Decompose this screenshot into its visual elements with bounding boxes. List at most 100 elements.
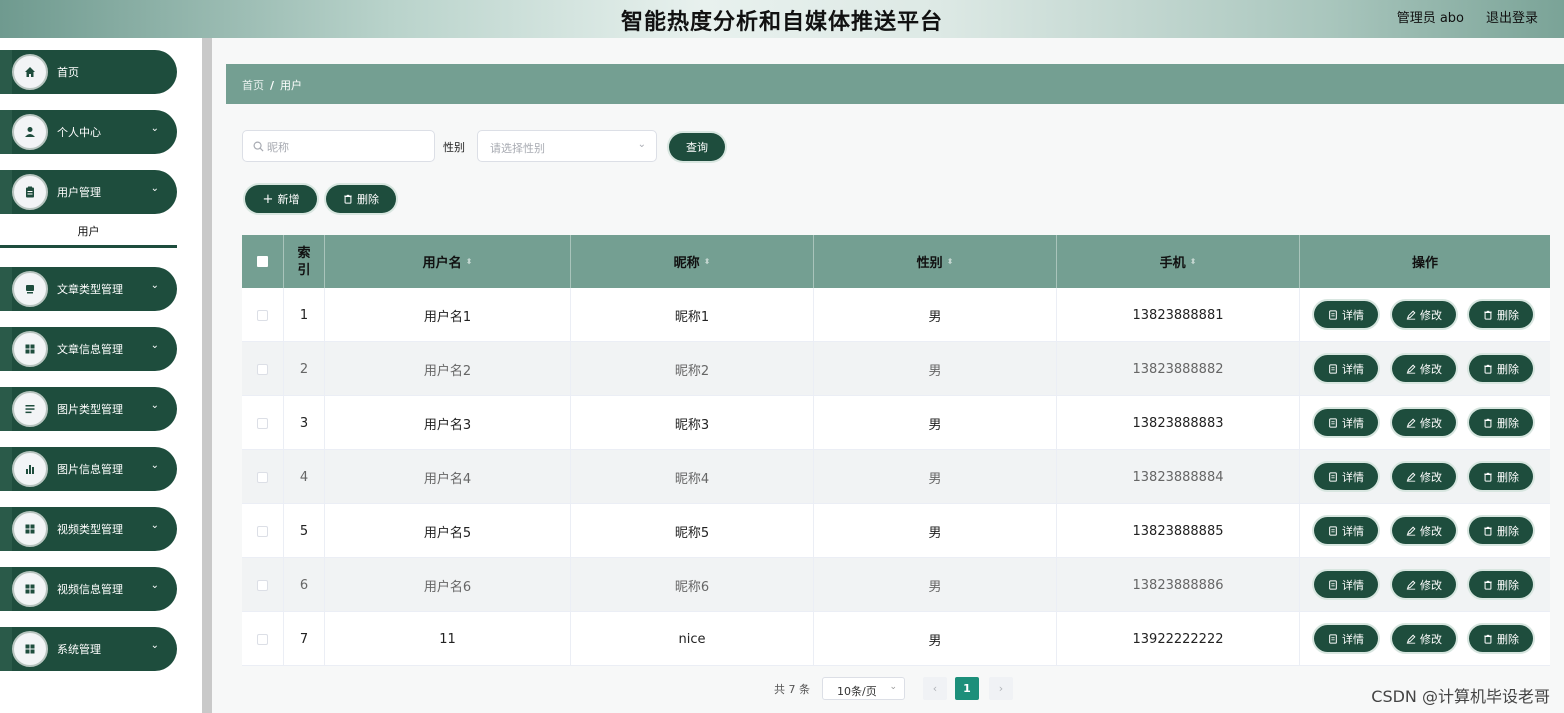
- index-cell: 3: [284, 396, 325, 450]
- page-size-select[interactable]: 10条/页 ⌄: [822, 677, 905, 700]
- detail-button[interactable]: 详情: [1314, 355, 1378, 382]
- table-header: 索引 用户名 ⬍ 昵称 ⬍ 性别 ⬍ 手机 ⬍ 操作: [242, 235, 1550, 288]
- delete-button[interactable]: 删除: [1469, 517, 1533, 544]
- username-cell: 11: [325, 612, 571, 666]
- delete-button-label: 删除: [1497, 632, 1519, 646]
- pencil-icon: [1406, 634, 1416, 644]
- column-header-phone[interactable]: 手机 ⬍: [1057, 235, 1300, 288]
- grid-icon: [12, 511, 48, 547]
- edit-button-label: 修改: [1420, 362, 1442, 376]
- sidebar-scrollbar[interactable]: [202, 38, 212, 713]
- next-page-button[interactable]: ›: [989, 677, 1013, 700]
- detail-button[interactable]: 详情: [1314, 625, 1378, 652]
- detail-button[interactable]: 详情: [1314, 301, 1378, 328]
- phone-cell: 13922222222: [1057, 612, 1300, 666]
- edit-button[interactable]: 修改: [1392, 517, 1456, 544]
- edit-button[interactable]: 修改: [1392, 409, 1456, 436]
- sidebar-item-video-info[interactable]: 视频信息管理 ⌄: [0, 567, 177, 611]
- detail-button[interactable]: 详情: [1314, 409, 1378, 436]
- row-checkbox[interactable]: [257, 309, 268, 321]
- delete-button[interactable]: 删除: [1469, 355, 1533, 382]
- watermark: CSDN @计算机毕设老哥: [1371, 687, 1550, 706]
- table-row: 2 用户名2 昵称2 男 13823888882 详情 修改 删除: [242, 342, 1550, 396]
- column-header-username[interactable]: 用户名 ⬍: [325, 235, 571, 288]
- delete-button[interactable]: 删除: [1469, 409, 1533, 436]
- nickname-search-field[interactable]: [242, 130, 435, 162]
- sidebar-item-video-types[interactable]: 视频类型管理 ⌄: [0, 507, 177, 551]
- query-button[interactable]: 查询: [669, 133, 725, 161]
- column-header-label: 手机: [1159, 256, 1186, 271]
- delete-button[interactable]: 删除: [1469, 571, 1533, 598]
- sidebar-subitem-users[interactable]: 用户: [0, 220, 177, 248]
- sidebar-item-article-types[interactable]: 文章类型管理 ⌄: [0, 267, 177, 311]
- chevron-down-icon: ⌄: [150, 280, 159, 291]
- column-header-nickname[interactable]: 昵称 ⬍: [571, 235, 814, 288]
- edit-button[interactable]: 修改: [1392, 571, 1456, 598]
- row-checkbox[interactable]: [257, 471, 268, 483]
- grid-icon: [12, 331, 48, 367]
- delete-button[interactable]: 删除: [1469, 463, 1533, 490]
- sidebar-item-user-management[interactable]: 用户管理 ⌄: [0, 170, 177, 214]
- breadcrumb-home[interactable]: 首页: [242, 79, 264, 92]
- detail-button-label: 详情: [1342, 470, 1364, 484]
- home-icon: [12, 54, 48, 90]
- detail-button[interactable]: 详情: [1314, 571, 1378, 598]
- row-select-cell: [242, 342, 284, 396]
- phone-cell: 13823888886: [1057, 558, 1300, 612]
- document-icon: [1329, 525, 1337, 536]
- row-checkbox[interactable]: [257, 525, 268, 537]
- prev-page-button[interactable]: ‹: [923, 677, 947, 700]
- page-1-button[interactable]: 1: [955, 677, 979, 700]
- edit-button-label: 修改: [1420, 578, 1442, 592]
- nickname-cell: 昵称4: [571, 450, 814, 504]
- gender-select[interactable]: 请选择性别 ⌄: [477, 130, 657, 162]
- grid-icon: [12, 571, 48, 607]
- row-checkbox[interactable]: [257, 363, 268, 375]
- nickname-cell: 昵称1: [571, 288, 814, 342]
- edit-button[interactable]: 修改: [1392, 355, 1456, 382]
- sidebar-item-article-info[interactable]: 文章信息管理 ⌄: [0, 327, 177, 371]
- row-checkbox[interactable]: [257, 417, 268, 429]
- detail-button[interactable]: 详情: [1314, 463, 1378, 490]
- edit-button[interactable]: 修改: [1392, 625, 1456, 652]
- edit-button[interactable]: 修改: [1392, 301, 1456, 328]
- gender-cell: 男: [814, 558, 1057, 612]
- nickname-input[interactable]: [267, 137, 427, 157]
- bulk-delete-button[interactable]: 删除: [326, 185, 396, 213]
- table-row: 5 用户名5 昵称5 男 13823888885 详情 修改 删除: [242, 504, 1550, 558]
- username-cell: 用户名1: [325, 288, 571, 342]
- delete-button[interactable]: 删除: [1469, 301, 1533, 328]
- row-select-cell: [242, 612, 284, 666]
- edit-button-label: 修改: [1420, 416, 1442, 430]
- gender-cell: 男: [814, 450, 1057, 504]
- sidebar-item-system[interactable]: 系统管理 ⌄: [0, 627, 177, 671]
- select-all-checkbox[interactable]: [257, 256, 268, 267]
- row-checkbox[interactable]: [257, 579, 268, 591]
- sidebar-item-label: 文章信息管理: [57, 343, 123, 356]
- grid-icon: [12, 631, 48, 667]
- username-cell: 用户名4: [325, 450, 571, 504]
- delete-button[interactable]: 删除: [1469, 625, 1533, 652]
- detail-button-label: 详情: [1342, 524, 1364, 538]
- row-checkbox[interactable]: [257, 633, 268, 645]
- column-header-gender[interactable]: 性别 ⬍: [814, 235, 1057, 288]
- add-button[interactable]: + 新增: [245, 185, 317, 213]
- sidebar-item-profile[interactable]: 个人中心 ⌄: [0, 110, 177, 154]
- sidebar-item-label: 首页: [57, 66, 79, 79]
- pencil-icon: [1406, 418, 1416, 428]
- bar-chart-icon: [12, 451, 48, 487]
- sidebar-item-home[interactable]: 首页: [0, 50, 177, 94]
- index-cell: 5: [284, 504, 325, 558]
- edit-button[interactable]: 修改: [1392, 463, 1456, 490]
- sidebar-item-image-types[interactable]: 图片类型管理 ⌄: [0, 387, 177, 431]
- logout-link[interactable]: 退出登录: [1486, 7, 1538, 26]
- delete-button-label: 删除: [357, 193, 379, 206]
- main-content: 首页/用户 性别 请选择性别 ⌄ 查询 +新增 删除 索引 用户名⬍ 昵称⬍ 性…: [212, 38, 1564, 713]
- delete-button-label: 删除: [1497, 416, 1519, 430]
- username-cell: 用户名6: [325, 558, 571, 612]
- sidebar-item-image-info[interactable]: 图片信息管理 ⌄: [0, 447, 177, 491]
- row-select-cell: [242, 504, 284, 558]
- detail-button[interactable]: 详情: [1314, 517, 1378, 544]
- index-cell: 2: [284, 342, 325, 396]
- detail-button-label: 详情: [1342, 308, 1364, 322]
